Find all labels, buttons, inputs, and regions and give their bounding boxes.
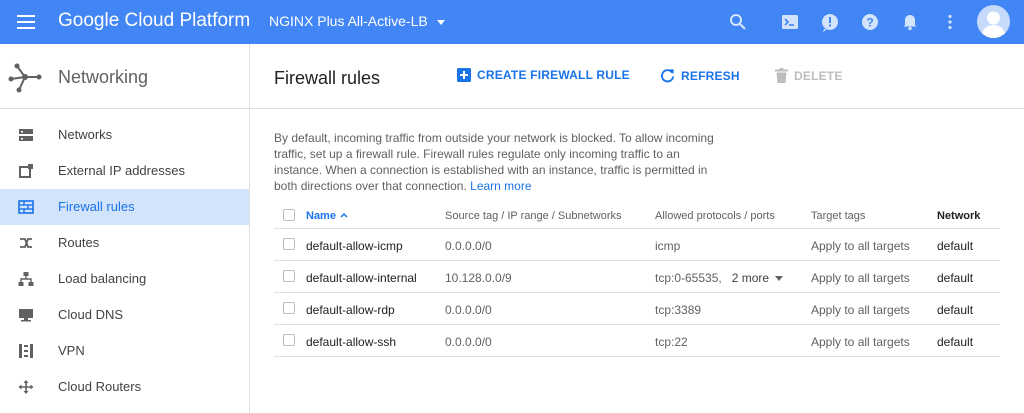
sidebar-item-label: Cloud Routers: [58, 379, 142, 394]
refresh-icon: [661, 69, 675, 83]
column-header-source[interactable]: Source tag / IP range / Subnetworks: [445, 210, 622, 222]
networking-icon: [8, 63, 42, 93]
add-box-icon: [457, 68, 471, 82]
sidebar: Networking Networks External IP addresse…: [0, 44, 250, 413]
sidebar-item-routes[interactable]: Routes: [0, 225, 249, 261]
trash-icon: [775, 68, 788, 83]
sidebar-item-label: VPN: [58, 343, 85, 358]
create-firewall-rule-label: CREATE FIREWALL RULE: [477, 68, 630, 82]
refresh-label: REFRESH: [681, 69, 740, 83]
rule-network[interactable]: default: [937, 239, 973, 253]
networks-icon: [19, 129, 33, 141]
sidebar-item-label: Routes: [58, 235, 100, 250]
sidebar-header: Networking: [0, 44, 249, 109]
row-checkbox[interactable]: [283, 302, 295, 314]
delete-button[interactable]: DELETE: [775, 68, 843, 83]
sidebar-item-vpn[interactable]: VPN: [0, 333, 249, 369]
table-row[interactable]: default-allow-ssh 0.0.0.0/0 tcp:22 Apply…: [274, 325, 1000, 357]
hamburger-menu-icon[interactable]: [14, 11, 40, 33]
column-header-name-label: Name: [306, 210, 336, 222]
select-all-checkbox[interactable]: [283, 209, 295, 221]
cloud-routers-icon: [18, 380, 34, 394]
show-more-label: 2 more: [731, 271, 770, 285]
rule-name[interactable]: default-allow-rdp: [306, 303, 395, 317]
rule-network[interactable]: default: [937, 271, 973, 285]
delete-label: DELETE: [794, 69, 843, 83]
column-header-network[interactable]: Network: [937, 210, 980, 222]
rule-name[interactable]: default-allow-ssh: [306, 335, 396, 349]
sidebar-item-load-balancing[interactable]: Load balancing: [0, 261, 249, 297]
sidebar-item-networks[interactable]: Networks: [0, 117, 249, 153]
external-ip-icon: [19, 164, 33, 178]
rule-protocols-value: tcp:0-65535,: [655, 271, 722, 285]
row-checkbox[interactable]: [283, 334, 295, 346]
page-title: Firewall rules: [274, 68, 381, 88]
vpn-icon: [19, 344, 33, 358]
rule-name[interactable]: default-allow-icmp: [306, 239, 403, 253]
project-name: NGINX Plus All-Active-LB: [269, 13, 428, 29]
sidebar-item-label: Load balancing: [58, 271, 147, 286]
alert-icon[interactable]: [820, 12, 840, 32]
firewall-icon: [18, 200, 34, 214]
table-row[interactable]: default-allow-rdp 0.0.0.0/0 tcp:3389 App…: [274, 293, 1000, 325]
brand-title[interactable]: Google Cloud Platform: [58, 10, 250, 32]
svg-text:?: ?: [866, 16, 873, 30]
refresh-button[interactable]: REFRESH: [660, 68, 740, 83]
page-toolbar: Firewall rules CREATE FIREWALL RULE REFR…: [250, 44, 1024, 109]
sidebar-item-cloud-dns[interactable]: Cloud DNS: [0, 297, 249, 333]
learn-more-link[interactable]: Learn more: [470, 179, 531, 193]
project-selector[interactable]: NGINX Plus All-Active-LB: [269, 13, 445, 29]
rule-protocols: tcp:3389: [655, 303, 702, 317]
rule-network[interactable]: default: [937, 335, 973, 349]
rule-protocols: icmp: [655, 239, 681, 253]
sidebar-item-label: Cloud DNS: [58, 307, 124, 322]
column-header-name[interactable]: Name: [306, 210, 348, 222]
arrow-drop-down-icon: [775, 276, 784, 282]
row-checkbox[interactable]: [283, 270, 295, 282]
rule-source: 10.128.0.0/9: [445, 271, 512, 285]
sidebar-item-cloud-routers[interactable]: Cloud Routers: [0, 369, 249, 405]
search-icon[interactable]: [728, 12, 748, 32]
sidebar-title: Networking: [58, 67, 149, 87]
rule-name[interactable]: default-allow-internal: [306, 271, 417, 285]
help-icon[interactable]: ?: [860, 12, 880, 32]
top-app-bar: Google Cloud Platform NGINX Plus All-Act…: [0, 0, 1024, 44]
row-checkbox[interactable]: [283, 238, 295, 250]
table-row[interactable]: default-allow-internal 10.128.0.0/9 tcp:…: [274, 261, 1000, 293]
rule-source: 0.0.0.0/0: [445, 335, 492, 349]
column-header-target-tags[interactable]: Target tags: [811, 210, 865, 222]
sidebar-item-label: Firewall rules: [58, 199, 135, 214]
intro-description: By default, incoming traffic from outsid…: [274, 130, 714, 194]
more-vert-icon[interactable]: [940, 12, 960, 32]
rule-target-tags: Apply to all targets: [811, 335, 910, 349]
routes-icon: [20, 238, 32, 248]
cloud-dns-icon: [19, 309, 33, 322]
rule-target-tags: Apply to all targets: [811, 271, 910, 285]
sidebar-item-label: External IP addresses: [58, 163, 185, 178]
load-balancing-icon: [18, 272, 34, 286]
sidebar-item-firewall-rules[interactable]: Firewall rules: [0, 189, 249, 225]
account-avatar[interactable]: [977, 5, 1010, 38]
table-row[interactable]: default-allow-icmp 0.0.0.0/0 icmp Apply …: [274, 229, 1000, 261]
create-firewall-rule-button[interactable]: CREATE FIREWALL RULE: [457, 68, 630, 82]
rule-source: 0.0.0.0/0: [445, 303, 492, 317]
show-more-protocols-button[interactable]: 2 more: [731, 271, 784, 285]
firewall-rules-table: Name Source tag / IP range / Subnetworks…: [274, 204, 1000, 357]
rule-protocols: tcp:0-65535, 2 more: [655, 271, 784, 285]
rule-protocols: tcp:22: [655, 335, 688, 349]
chevron-down-icon: [436, 19, 445, 25]
sort-ascending-icon: [340, 212, 348, 218]
rule-target-tags: Apply to all targets: [811, 239, 910, 253]
cloud-shell-icon[interactable]: [780, 12, 800, 32]
notifications-icon[interactable]: [900, 12, 920, 32]
column-header-protocols[interactable]: Allowed protocols / ports: [655, 210, 775, 222]
rule-network[interactable]: default: [937, 303, 973, 317]
rule-target-tags: Apply to all targets: [811, 303, 910, 317]
table-header-row: Name Source tag / IP range / Subnetworks…: [274, 204, 1000, 229]
rule-source: 0.0.0.0/0: [445, 239, 492, 253]
sidebar-item-label: Networks: [58, 127, 113, 142]
sidebar-item-external-ip[interactable]: External IP addresses: [0, 153, 249, 189]
